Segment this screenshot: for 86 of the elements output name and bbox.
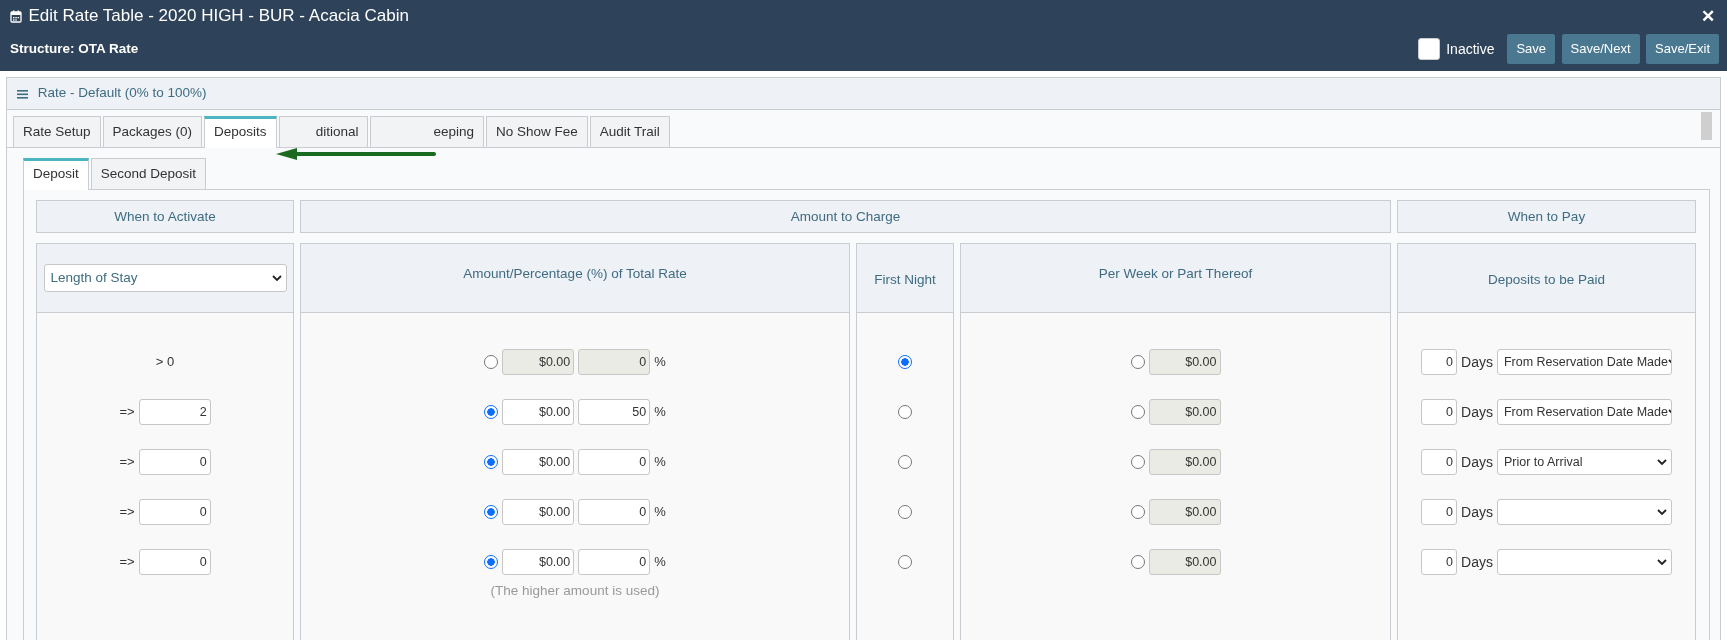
days-field[interactable]: 0 <box>1421 349 1458 375</box>
radio-button[interactable] <box>484 555 499 569</box>
days-label: Days <box>1461 552 1493 572</box>
amount-field[interactable]: $0.00 <box>502 549 575 575</box>
tab[interactable]: No Show Fee <box>485 116 588 147</box>
toolbar-button[interactable]: Save <box>1507 34 1556 64</box>
days-field[interactable]: 0 <box>1421 449 1458 475</box>
tab[interactable]: Packages (0) <box>102 116 203 147</box>
dropdown[interactable]: From Reservation Date Made <box>1496 349 1672 375</box>
calendar-icon <box>10 9 22 23</box>
group-header: When to Activate <box>36 200 294 233</box>
panel-title: Rate - Default (0% to 100%) <box>37 84 207 103</box>
radio-button[interactable] <box>1130 355 1145 369</box>
radio-button[interactable] <box>484 505 499 519</box>
scrollbar-thumb[interactable] <box>1701 112 1712 140</box>
tab[interactable]: Deposits <box>204 116 277 148</box>
toolbar-button[interactable]: Save/Exit <box>1646 34 1719 64</box>
operator-label: => <box>119 403 135 422</box>
column-header: Deposits to be Paid <box>1397 243 1696 313</box>
tab[interactable]: Audit Trail <box>589 116 670 147</box>
amount-field[interactable]: $0.00 <box>1148 399 1221 425</box>
days-field[interactable]: 0 <box>1421 399 1458 425</box>
sub-tab[interactable]: Second Deposit <box>90 158 207 189</box>
radio-button[interactable] <box>898 555 912 569</box>
amount-field[interactable]: $0.00 <box>502 449 575 475</box>
days-label: Days <box>1461 502 1493 522</box>
radio-button[interactable] <box>898 455 912 469</box>
radio-button[interactable] <box>898 355 912 369</box>
days-label: Days <box>1461 452 1493 472</box>
days-field[interactable]: 0 <box>1421 499 1458 525</box>
days-label: Days <box>1461 352 1493 372</box>
tab[interactable]: eeping <box>370 116 484 147</box>
radio-button[interactable] <box>484 355 499 369</box>
percent-unit: % <box>654 503 666 522</box>
percent-field[interactable]: 0 <box>578 349 651 375</box>
amount-field[interactable]: $0.00 <box>1148 499 1221 525</box>
operator-label: => <box>119 553 135 572</box>
radio-button[interactable] <box>1130 555 1145 569</box>
column-header: First Night <box>856 243 954 313</box>
days-field[interactable]: 0 <box>1421 549 1458 575</box>
dropdown[interactable]: Prior to Arrival <box>1496 449 1672 475</box>
percent-unit: % <box>654 553 666 572</box>
amount-field[interactable]: $0.00 <box>1148 449 1221 475</box>
radio-button[interactable] <box>1130 455 1145 469</box>
dropdown[interactable]: From Reservation Date Made <box>1496 399 1672 425</box>
amount-field[interactable]: $0.00 <box>1148 349 1221 375</box>
close-button[interactable]: ✕ <box>1697 7 1719 25</box>
percent-field[interactable]: 0 <box>578 549 651 575</box>
window-title: Edit Rate Table - 2020 HIGH - BUR - Acacia Cabin <box>28 5 409 28</box>
radio-button[interactable] <box>484 455 499 469</box>
structure-label: Structure: OTA Rate <box>10 39 139 58</box>
radio-button[interactable] <box>898 405 912 419</box>
group-header: When to Pay <box>1397 200 1696 233</box>
nights-field[interactable]: 0 <box>138 449 211 475</box>
tab[interactable]: ditional <box>278 116 369 147</box>
percent-unit: % <box>654 353 666 372</box>
nights-field[interactable]: 2 <box>138 399 211 425</box>
operator-label: => <box>119 453 135 472</box>
radio-button[interactable] <box>1130 405 1145 419</box>
dropdown[interactable]: Length of Stay <box>43 264 287 292</box>
radio-button[interactable] <box>1130 505 1145 519</box>
amount-field[interactable]: $0.00 <box>502 349 575 375</box>
menu-icon[interactable] <box>17 88 28 99</box>
hint-text: (The higher amount is used) <box>489 582 661 600</box>
nights-field[interactable]: 0 <box>138 499 211 525</box>
percent-unit: % <box>654 403 666 422</box>
radio-button[interactable] <box>484 405 499 419</box>
percent-field[interactable]: 0 <box>578 449 651 475</box>
amount-field[interactable]: $0.00 <box>502 499 575 525</box>
percent-unit: % <box>654 453 666 472</box>
inactive-label: Inactive <box>1446 39 1495 59</box>
column-header: Per Week or Part Thereof <box>960 243 1391 313</box>
days-label: Days <box>1461 402 1493 422</box>
toolbar-button[interactable]: Save/Next <box>1561 34 1640 64</box>
column-header: Amount/Percentage (%) of Total Rate <box>300 243 850 313</box>
amount-field[interactable]: $0.00 <box>502 399 575 425</box>
group-header: Amount to Charge <box>300 200 1391 233</box>
threshold-label: > 0 <box>155 353 175 372</box>
radio-button[interactable] <box>898 505 912 519</box>
percent-field[interactable]: 50 <box>578 399 651 425</box>
nights-field[interactable]: 0 <box>138 549 211 575</box>
percent-field[interactable]: 0 <box>578 499 651 525</box>
tab[interactable]: Rate Setup <box>13 116 101 147</box>
sub-tab[interactable]: Deposit <box>23 158 89 190</box>
operator-label: => <box>119 503 135 522</box>
amount-field[interactable]: $0.00 <box>1148 549 1221 575</box>
